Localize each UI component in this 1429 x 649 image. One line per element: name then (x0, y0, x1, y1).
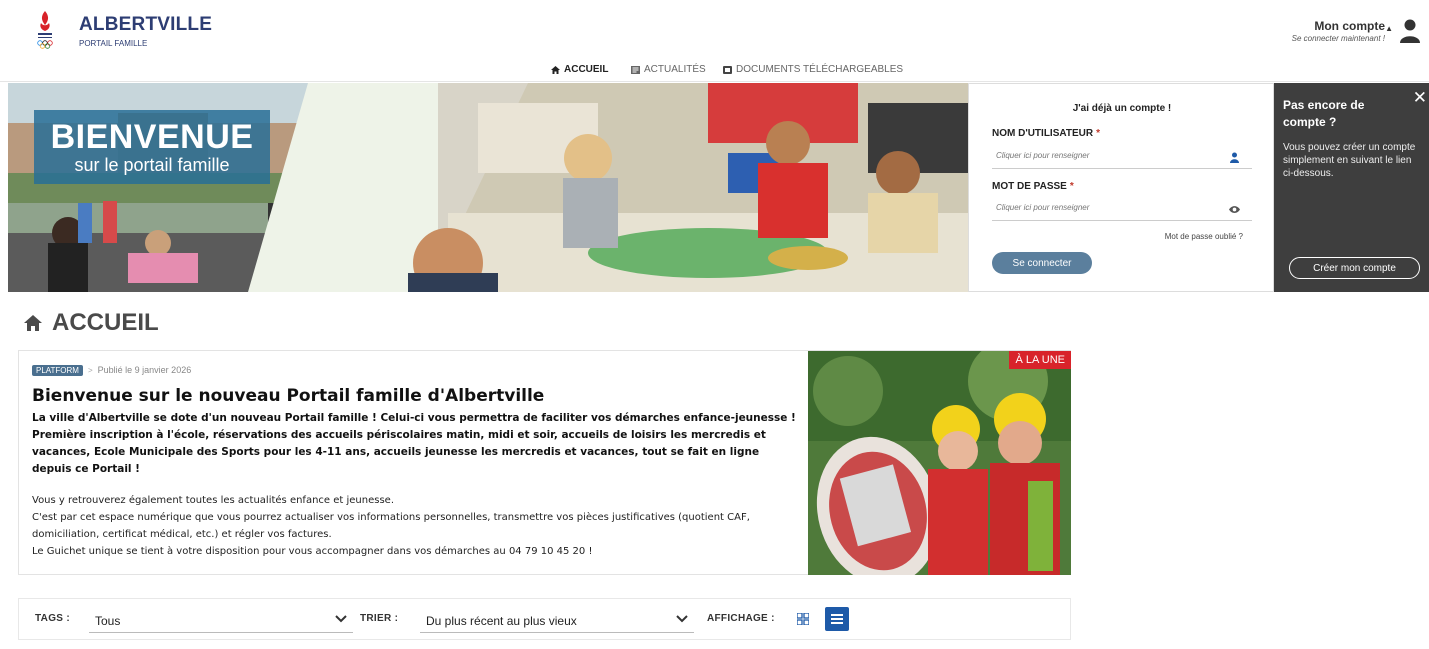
article-image[interactable]: À LA UNE (808, 351, 1071, 575)
page-title: ACCUEIL (24, 309, 159, 337)
sort-select-value: Du plus récent au plus vieux (426, 614, 577, 628)
signup-title: Pas encore de compte ? (1283, 98, 1365, 129)
account-title[interactable]: Mon compte (1292, 19, 1385, 33)
connect-button[interactable]: Se connecter (992, 252, 1092, 274)
nav-item-documents[interactable]: DOCUMENTS TÉLÉCHARGEABLES (723, 64, 903, 75)
login-panel: J'ai déjà un compte ! NOM D'UTILISATEUR *… (968, 83, 1274, 292)
username-input[interactable] (996, 151, 1216, 160)
chevron-down-icon (335, 615, 347, 623)
hero-subtitle: sur le portail famille (74, 155, 230, 175)
eye-icon[interactable] (1229, 204, 1240, 215)
main-nav: ACCUEIL ACTUALITÉS DOCUMENTS TÉLÉCHARGEA… (0, 60, 1429, 82)
close-icon[interactable]: ✕ (1413, 89, 1427, 106)
username-label-text: NOM D'UTILISATEUR (992, 128, 1094, 139)
chevron-down-icon (676, 615, 688, 623)
password-input[interactable] (996, 203, 1216, 212)
rafting-photo (808, 351, 1071, 575)
nav-item-label: ACTUALITÉS (644, 64, 706, 75)
chevron-right-icon: > (87, 365, 93, 375)
signup-panel: ✕ Pas encore de compte ? Vous pouvez cré… (1274, 83, 1429, 292)
albertville-logo-icon[interactable] (34, 9, 56, 51)
article-paragraph: Le Guichet unique se tient à votre dispo… (32, 546, 593, 557)
forgot-password-link[interactable]: Mot de passe oublié ? (1165, 232, 1243, 241)
password-label-text: MOT DE PASSE (992, 181, 1067, 192)
account-subtitle[interactable]: Se connecter maintenant ! (1292, 34, 1385, 43)
tags-label: TAGS : (35, 613, 70, 624)
nav-item-actualites[interactable]: ACTUALITÉS (631, 64, 706, 75)
home-icon (551, 65, 560, 74)
featured-badge: À LA UNE (1009, 351, 1071, 369)
hero-title: BIENVENUE (50, 118, 254, 156)
article-meta: PLATFORM > Publié le 9 janvier 2026 (32, 363, 802, 377)
page-title-text: ACCUEIL (52, 309, 159, 336)
user-icon (1230, 152, 1239, 163)
account-menu[interactable]: Mon compte Se connecter maintenant ! (1292, 19, 1385, 43)
article-title[interactable]: Bienvenue sur le nouveau Portail famille… (32, 386, 802, 406)
hero-banner: BIENVENUE sur le portail famille (8, 83, 968, 292)
article-date: Publié le 9 janvier 2026 (97, 365, 192, 375)
filters-bar: TAGS : Tous TRIER : Du plus récent au pl… (18, 598, 1071, 640)
required-mark: * (1096, 128, 1100, 139)
list-view-button[interactable] (825, 607, 849, 631)
featured-article[interactable]: PLATFORM > Publié le 9 janvier 2026 Bien… (18, 350, 1071, 575)
article-tag[interactable]: PLATFORM (32, 364, 83, 376)
sort-label: TRIER : (360, 613, 399, 624)
site-header: ALBERTVILLE PORTAIL FAMILLE Mon compte S… (0, 0, 1429, 60)
list-icon (831, 614, 843, 624)
username-label: NOM D'UTILISATEUR * (992, 128, 1100, 139)
tags-select-value: Tous (95, 614, 121, 628)
username-field[interactable] (992, 147, 1252, 169)
sort-select[interactable]: Du plus récent au plus vieux (420, 606, 694, 633)
article-text: Vous y retrouverez également toutes les … (32, 492, 802, 560)
user-avatar-icon[interactable] (1399, 18, 1421, 44)
caret-up-icon[interactable]: ▲ (1385, 24, 1393, 33)
brand-subtitle: PORTAIL FAMILLE (79, 39, 148, 48)
grid-icon (797, 613, 809, 625)
article-paragraph: C'est par cet espace numérique que vous … (32, 512, 750, 540)
home-icon (24, 315, 42, 331)
article-body: PLATFORM > Publié le 9 janvier 2026 Bien… (32, 363, 802, 560)
nav-item-label: ACCUEIL (564, 64, 609, 75)
nav-item-accueil[interactable]: ACCUEIL (551, 64, 608, 75)
article-paragraph: Vous y retrouverez également toutes les … (32, 495, 395, 506)
document-icon (723, 65, 732, 74)
display-label: AFFICHAGE : (707, 613, 775, 624)
grid-view-button[interactable] (791, 607, 815, 631)
password-field[interactable] (992, 199, 1252, 221)
brand-title[interactable]: ALBERTVILLE (79, 14, 212, 36)
signup-text: Vous pouvez créer un compte simplement e… (1283, 142, 1416, 179)
tags-select[interactable]: Tous (89, 606, 353, 633)
login-heading: J'ai déjà un compte ! (1072, 103, 1172, 114)
nav-item-label: DOCUMENTS TÉLÉCHARGEABLES (736, 64, 904, 75)
news-icon (631, 65, 640, 74)
required-mark: * (1069, 181, 1074, 192)
create-account-button[interactable]: Créer mon compte (1289, 257, 1420, 279)
password-label: MOT DE PASSE * (992, 181, 1074, 192)
article-lead: La ville d'Albertville se dote d'un nouv… (32, 412, 796, 475)
